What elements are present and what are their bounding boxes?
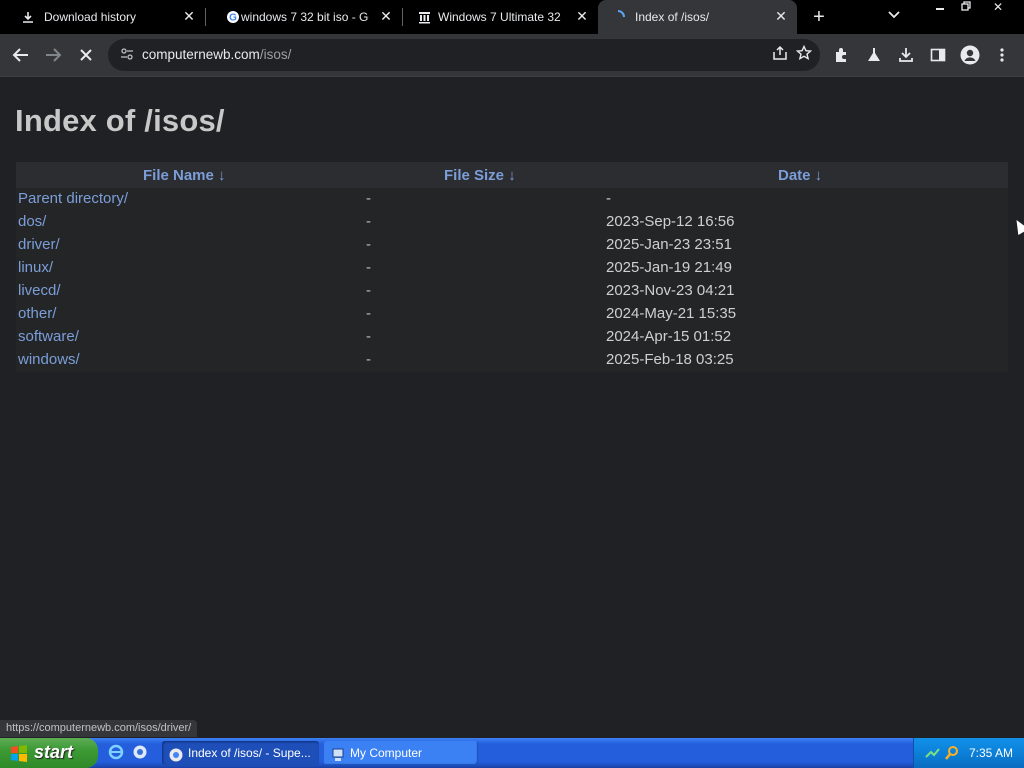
google-icon: G (225, 9, 241, 25)
taskbar-item-my-computer[interactable]: My Computer (324, 741, 478, 765)
table-row: software/ - 2024-Apr-15 01:52 (16, 326, 1008, 349)
file-link[interactable]: windows/ (18, 351, 80, 368)
bookmark-star-icon[interactable] (795, 44, 813, 66)
chevron-down-icon[interactable] (888, 8, 900, 22)
taskbar-item-index-of-isos[interactable]: Index of /isos/ - Supe... (162, 741, 319, 765)
side-panel-icon[interactable] (926, 43, 950, 67)
tab-title: Download history (44, 10, 137, 24)
tab-title: Windows 7 Ultimate 32 bi (438, 10, 564, 24)
file-date: 2024-May-21 15:35 (606, 305, 737, 322)
file-link[interactable]: linux/ (18, 259, 53, 276)
tab-windows7-archive[interactable]: Windows 7 Ultimate 32 bi ✕ (402, 0, 598, 34)
file-date: 2023-Sep-12 16:56 (606, 213, 735, 230)
table-header: File Name ↓ File Size ↓ Date ↓ (16, 162, 1008, 188)
url-host: computernewb.com (142, 47, 260, 62)
file-link[interactable]: other/ (18, 305, 56, 322)
file-size: - (366, 259, 371, 276)
close-window-icon[interactable]: ✕ (985, 0, 1011, 18)
taskbar: start Index of /isos/ - Supe... My Compu… (0, 738, 1024, 768)
page-content: Index of /isos/ File Name ↓ File Size ↓ … (0, 77, 1024, 737)
taskbar-item-label: Index of /isos/ - Supe... (188, 746, 311, 760)
file-size: - (366, 351, 371, 368)
file-link[interactable]: livecd/ (18, 282, 61, 299)
tab-google-search[interactable]: G windows 7 32 bit iso - Goo ✕ (205, 0, 402, 34)
back-arrow-icon[interactable] (9, 43, 33, 67)
column-header-file-name[interactable]: File Name ↓ (143, 167, 226, 184)
close-icon[interactable]: ✕ (378, 8, 394, 25)
start-label: start (34, 742, 74, 762)
table-row: Parent directory/ - - (16, 188, 1008, 211)
table-row: linux/ - 2025-Jan-19 21:49 (16, 257, 1008, 280)
loading-icon (610, 9, 626, 25)
file-size: - (366, 190, 371, 207)
search-icon[interactable] (944, 745, 960, 764)
tab-strip: Download history ✕ G windows 7 32 bit is… (0, 0, 1024, 34)
chrome-icon (169, 745, 183, 765)
table-row: windows/ - 2025-Feb-18 03:25 (16, 349, 1008, 372)
url-path: /isos/ (259, 47, 292, 62)
browser-toolbar: computernewb.com/isos/ (0, 34, 1024, 77)
download-icon (20, 9, 36, 25)
labs-flask-icon[interactable] (862, 43, 886, 67)
clock: 7:35 AM (969, 746, 1014, 760)
file-link[interactable]: software/ (18, 328, 79, 345)
minimize-icon[interactable] (927, 0, 953, 18)
menu-kebab-icon[interactable] (990, 43, 1014, 67)
extensions-puzzle-icon[interactable] (830, 43, 854, 67)
svg-text:G: G (229, 13, 237, 24)
file-link[interactable]: driver/ (18, 236, 60, 253)
internet-explorer-icon[interactable] (108, 744, 124, 764)
directory-listing-table: File Name ↓ File Size ↓ Date ↓ Parent di… (16, 162, 1008, 372)
new-tab-icon[interactable]: + (809, 6, 829, 29)
file-link[interactable]: Parent directory/ (18, 190, 128, 207)
file-date: 2024-Apr-15 01:52 (606, 328, 732, 345)
stop-loading-icon[interactable] (74, 43, 98, 67)
computer-icon (331, 745, 345, 765)
column-header-date[interactable]: Date ↓ (778, 167, 822, 184)
taskbar-item-label: My Computer (350, 746, 423, 760)
table-row: livecd/ - 2023-Nov-23 04:21 (16, 280, 1008, 303)
forward-arrow-icon[interactable] (41, 43, 65, 67)
file-date: - (606, 190, 611, 207)
tab-index-of-isos[interactable]: Index of /isos/ ✕ (598, 0, 797, 34)
network-icon[interactable] (924, 745, 940, 764)
file-link[interactable]: dos/ (18, 213, 46, 230)
start-button[interactable]: start (0, 738, 98, 768)
url-text: computernewb.com/isos/ (142, 47, 291, 62)
site-info-icon[interactable] (120, 47, 134, 64)
tab-title: Index of /isos/ (635, 10, 710, 24)
address-bar[interactable]: computernewb.com/isos/ (108, 39, 820, 71)
link-status-bar: https://computernewb.com/isos/driver/ (0, 720, 198, 737)
downloads-icon[interactable] (894, 43, 918, 67)
file-date: 2025-Feb-18 03:25 (606, 351, 734, 368)
column-header-file-size[interactable]: File Size ↓ (444, 167, 516, 184)
table-row: driver/ - 2025-Jan-23 23:51 (16, 234, 1008, 257)
page-title: Index of /isos/ (15, 103, 225, 138)
file-size: - (366, 213, 371, 230)
table-row: other/ - 2024-May-21 15:35 (16, 303, 1008, 326)
tab-title: windows 7 32 bit iso - Goo (241, 10, 369, 24)
file-size: - (366, 328, 371, 345)
file-size: - (366, 282, 371, 299)
file-size: - (366, 305, 371, 322)
profile-avatar-icon[interactable] (958, 43, 982, 67)
share-icon[interactable] (772, 45, 788, 66)
file-size: - (366, 236, 371, 253)
archive-icon (416, 9, 432, 25)
windows-flag-icon (10, 744, 28, 762)
file-date: 2023-Nov-23 04:21 (606, 282, 735, 299)
system-tray: 7:35 AM (913, 738, 1024, 768)
close-icon[interactable]: ✕ (773, 8, 789, 25)
file-date: 2025-Jan-23 23:51 (606, 236, 732, 253)
restore-icon[interactable] (953, 0, 979, 18)
close-icon[interactable]: ✕ (181, 8, 197, 25)
close-icon[interactable]: ✕ (574, 8, 590, 25)
tab-download-history[interactable]: Download history ✕ (0, 0, 205, 34)
browser-quicklaunch-icon[interactable] (132, 744, 148, 764)
file-date: 2025-Jan-19 21:49 (606, 259, 732, 276)
table-row: dos/ - 2023-Sep-12 16:56 (16, 211, 1008, 234)
